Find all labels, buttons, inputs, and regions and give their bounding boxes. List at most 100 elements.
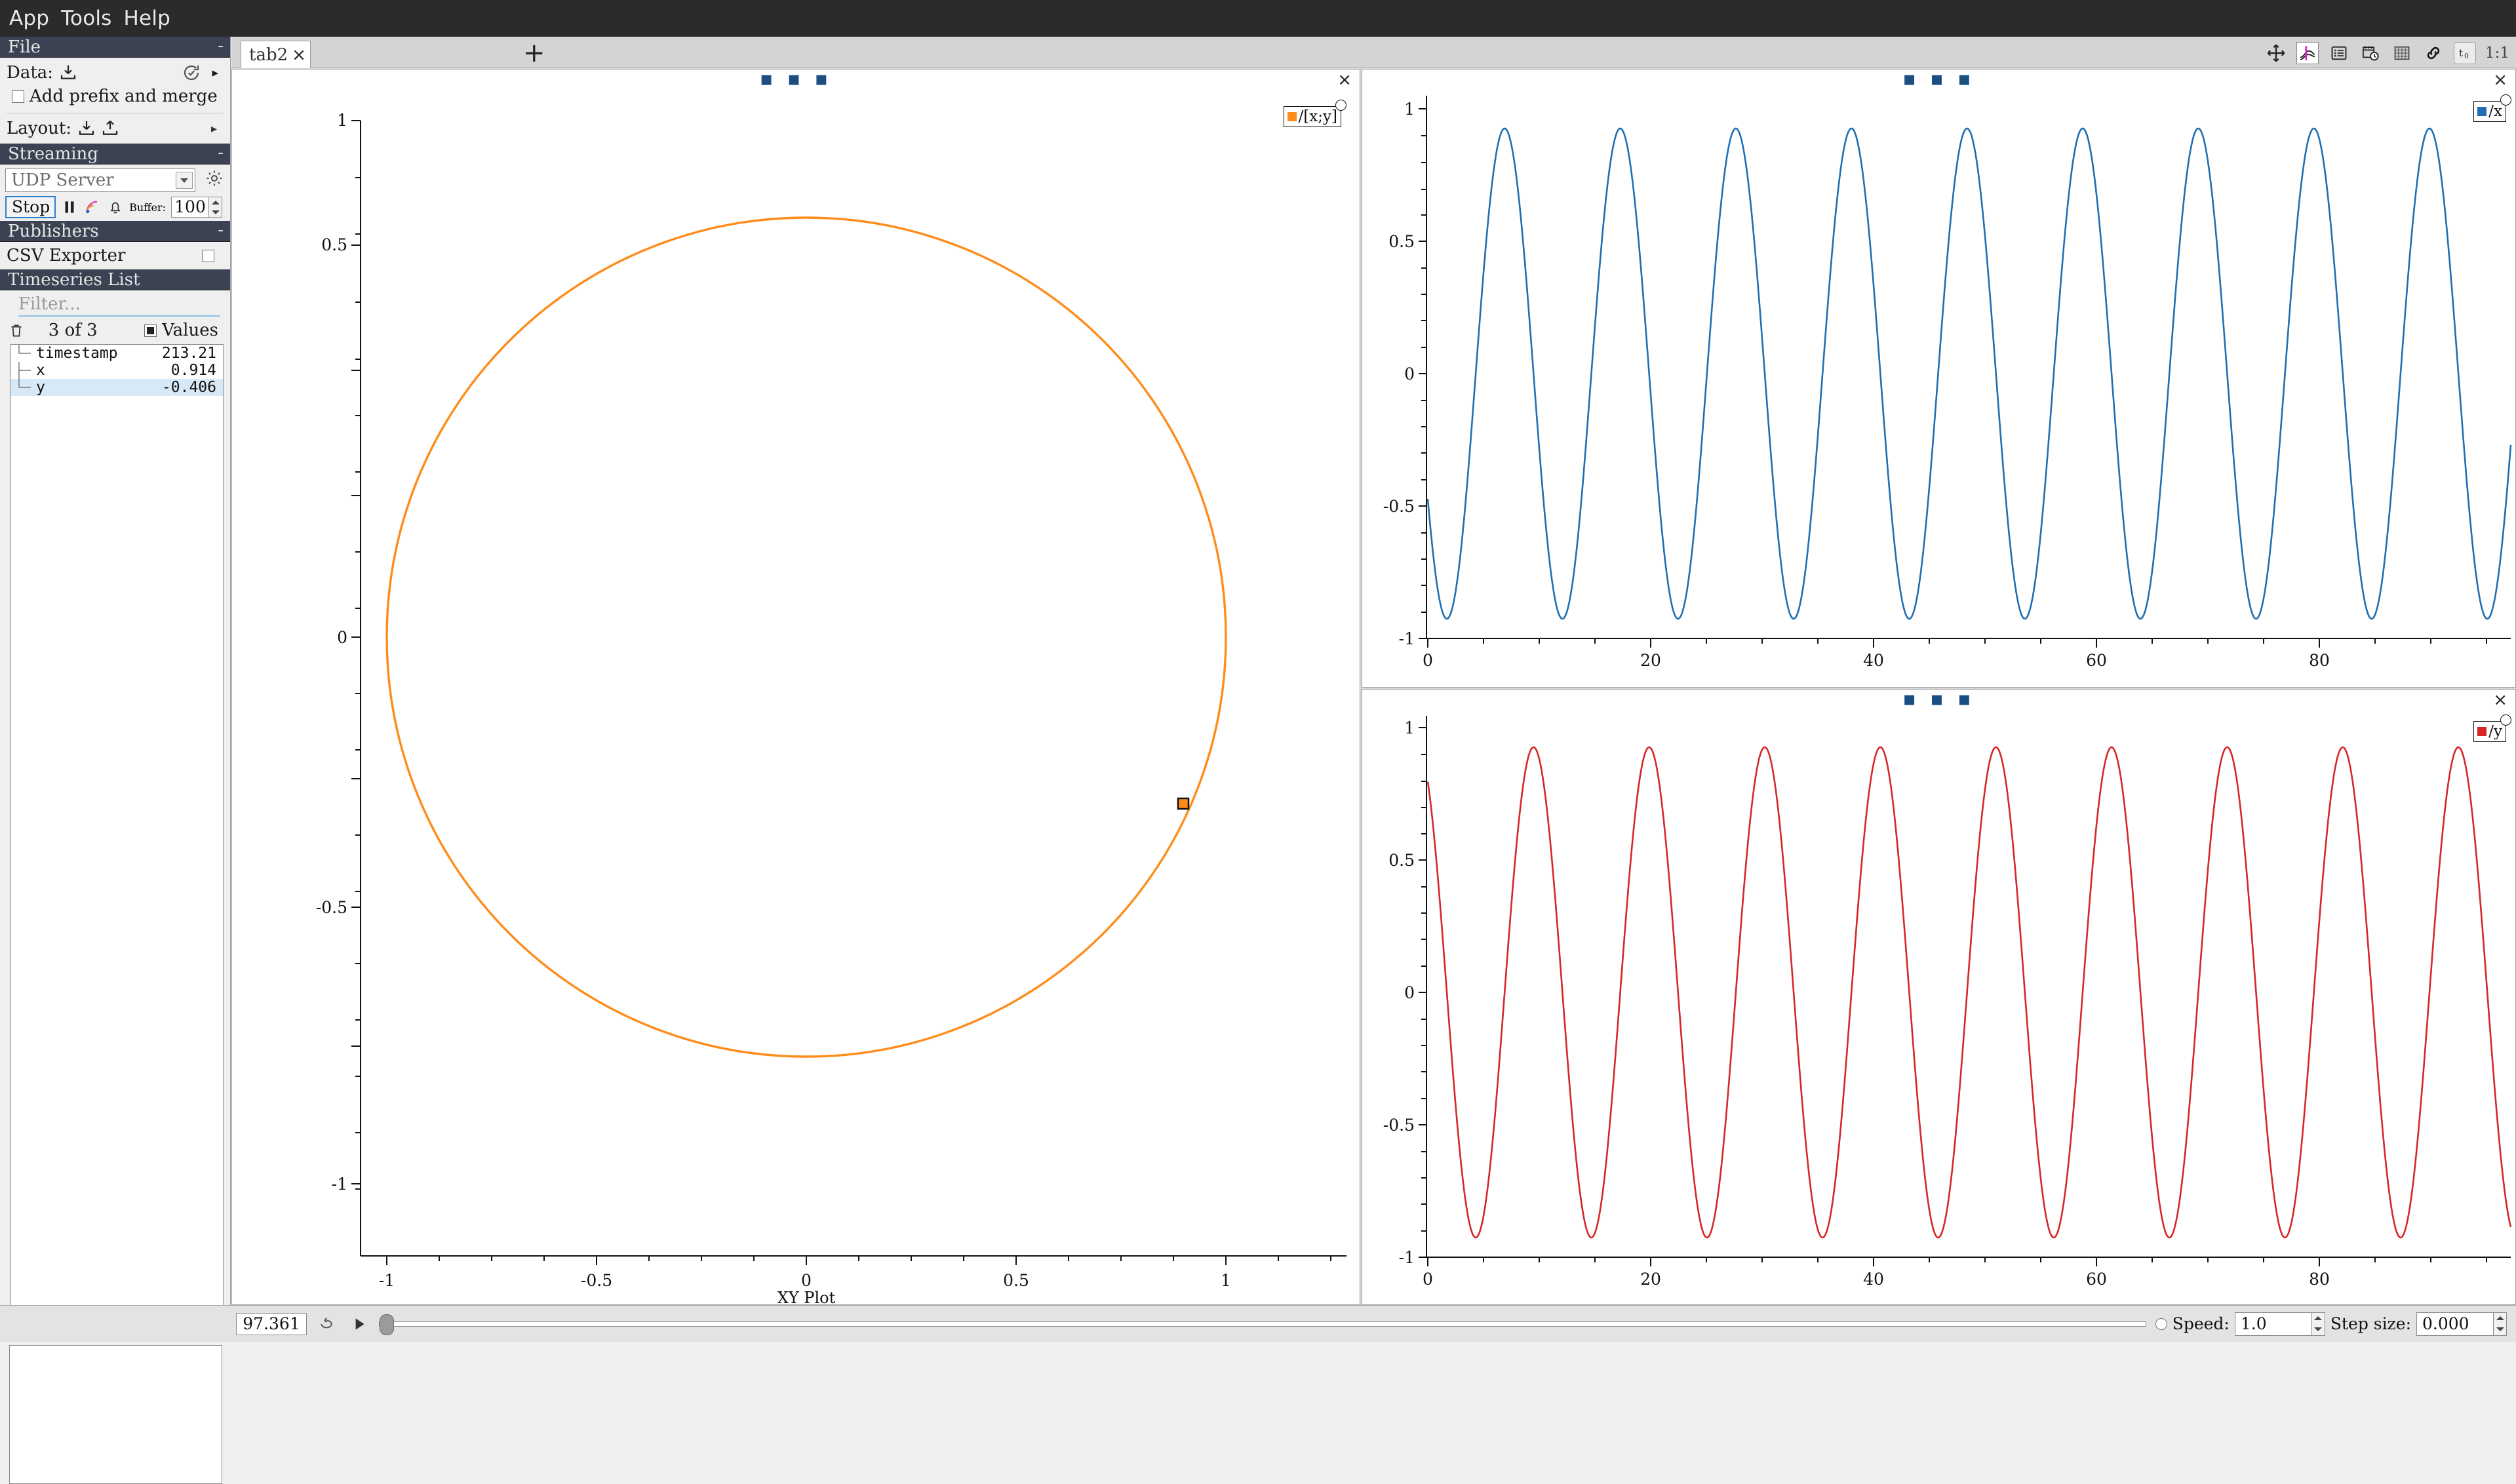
timeseries-value: 213.21	[161, 345, 216, 362]
step-size-stepper[interactable]	[2494, 1312, 2507, 1336]
layout-menu-arrow-icon[interactable]: ▸	[211, 122, 224, 136]
plot-x[interactable]: ▪ ▪ ▪ × /x 1 0.5 0 -0.5 -1 0 20 40 60 80	[1362, 69, 2516, 688]
section-title-streaming: Streaming	[8, 144, 98, 164]
playback-settings: Speed: 1.0 Step size: 0.000	[2155, 1312, 2516, 1336]
streaming-source-select[interactable]: UDP Server	[5, 168, 195, 192]
current-time-value[interactable]: 97.361	[236, 1312, 307, 1335]
publisher-checkbox[interactable]	[202, 249, 214, 262]
svg-text:0.5: 0.5	[1388, 851, 1415, 870]
values-toggle-checkbox[interactable]	[144, 324, 157, 337]
svg-text:-0.5: -0.5	[1383, 497, 1415, 516]
left-sidebar: File - Data: ▸ Add prefix and merge Layo…	[0, 35, 231, 1484]
play-icon[interactable]	[346, 1313, 372, 1335]
pan-icon[interactable]	[2265, 42, 2287, 64]
data-label: Data:	[7, 63, 54, 83]
step-size-input[interactable]: 0.000	[2416, 1312, 2494, 1336]
plot-toolbar: t 0 1:1	[2265, 39, 2509, 67]
plot-y[interactable]: ▪ ▪ ▪ × /y 1 0.5 0 -0.5 -1 0 20 40 60 80	[1362, 689, 2516, 1305]
import-icon[interactable]	[77, 119, 96, 138]
add-prefix-and-merge-label: Add prefix and merge	[29, 87, 218, 106]
svg-text:0: 0	[1404, 364, 1415, 383]
playback-radio[interactable]	[2155, 1318, 2167, 1330]
legend-list-icon[interactable]	[2328, 42, 2350, 64]
time-calendar-icon[interactable]	[2359, 42, 2382, 64]
collapse-publishers-icon[interactable]: -	[218, 220, 224, 241]
tree-branch-icon	[14, 362, 36, 379]
t-zero-icon[interactable]: t 0	[2453, 42, 2476, 64]
gear-icon[interactable]	[205, 168, 224, 188]
list-item[interactable]: timestamp 213.21	[11, 345, 223, 362]
list-item[interactable]: x 0.914	[11, 362, 223, 379]
export-icon[interactable]	[100, 119, 120, 138]
bell-icon[interactable]	[107, 197, 124, 217]
menu-item-app[interactable]: App	[9, 7, 49, 30]
reload-icon[interactable]	[182, 63, 201, 83]
menu-item-help[interactable]: Help	[124, 7, 170, 30]
link-icon[interactable]	[2422, 42, 2445, 64]
timeseries-value: -0.406	[161, 379, 216, 396]
data-menu-arrow-icon[interactable]: ▸	[212, 66, 218, 80]
svg-text:-1: -1	[332, 1175, 347, 1194]
filter-input[interactable]: Filter...	[18, 294, 220, 317]
svg-text:0.5: 0.5	[321, 235, 347, 254]
menu-item-tools[interactable]: Tools	[61, 7, 111, 30]
svg-text:1: 1	[1404, 100, 1415, 119]
chevron-down-icon[interactable]	[176, 172, 193, 189]
zoom-trackline-icon[interactable]	[2296, 42, 2319, 64]
speed-label: Speed:	[2172, 1314, 2230, 1333]
collapse-file-icon[interactable]: -	[218, 35, 224, 56]
tree-branch-icon	[14, 379, 36, 396]
time-slider-handle[interactable]	[380, 1314, 394, 1335]
wifi-icon[interactable]	[83, 197, 102, 217]
series-y-line	[1426, 746, 2512, 1239]
trash-icon[interactable]	[8, 321, 25, 340]
x-axis-title: XY Plot	[777, 1289, 836, 1306]
data-row: Data: ▸	[0, 58, 230, 84]
publisher-item-csv-exporter[interactable]: CSV Exporter	[0, 242, 230, 269]
svg-text:-1: -1	[1399, 629, 1415, 648]
y-plot-canvas[interactable]: 1 0.5 0 -0.5 -1 0 20 40 60 80	[1362, 690, 2516, 1306]
loop-icon[interactable]	[313, 1313, 340, 1335]
buffer-stepper[interactable]	[209, 197, 222, 218]
section-header-file[interactable]: File -	[0, 35, 230, 58]
aspect-ratio-label[interactable]: 1:1	[2485, 45, 2509, 62]
svg-text:1: 1	[337, 111, 347, 130]
import-icon[interactable]	[58, 63, 78, 83]
speed-input[interactable]: 1.0	[2234, 1312, 2312, 1336]
timeseries-tree[interactable]: timestamp 213.21 x 0.914 y -0.406	[10, 344, 224, 1306]
step-size-label: Step size:	[2330, 1314, 2411, 1333]
grid-icon[interactable]	[2391, 42, 2413, 64]
section-header-publishers[interactable]: Publishers -	[0, 220, 230, 242]
tab-label: tab2	[249, 45, 288, 65]
tab-tab2[interactable]: tab2 ×	[241, 41, 311, 68]
add-prefix-and-merge-checkbox[interactable]: Add prefix and merge	[0, 84, 230, 110]
start-stop-button[interactable]: Stop	[5, 196, 56, 218]
svg-text:20: 20	[1640, 651, 1661, 670]
add-tab-button[interactable]: +	[523, 40, 545, 66]
values-toggle-label: Values	[162, 321, 218, 340]
list-item[interactable]: y -0.406	[11, 379, 223, 396]
section-header-streaming[interactable]: Streaming -	[0, 142, 230, 165]
close-icon[interactable]: ×	[292, 45, 306, 65]
speed-stepper[interactable]	[2311, 1312, 2325, 1336]
plot-xy[interactable]: ▪ ▪ ▪ × /[x;y] 1 0.5 0 -0.5 -1 -1 -0.5 0…	[231, 69, 1361, 1306]
svg-text:80: 80	[2309, 1270, 2330, 1289]
buffer-label: Buffer:	[129, 201, 166, 214]
x-plot-canvas[interactable]: 1 0.5 0 -0.5 -1 0 20 40 60 80	[1362, 69, 2516, 688]
pause-icon[interactable]	[61, 197, 78, 217]
streaming-controls: Stop Buffer: 100	[0, 192, 230, 221]
tracker-marker	[1177, 797, 1190, 810]
svg-text:40: 40	[1863, 1270, 1884, 1289]
time-slider[interactable]	[379, 1314, 2146, 1335]
svg-text:0: 0	[2464, 52, 2469, 60]
layout-label: Layout:	[7, 119, 72, 138]
svg-text:0: 0	[1423, 1270, 1433, 1289]
layout-row: Layout: ▸	[0, 113, 230, 144]
collapse-streaming-icon[interactable]: -	[218, 142, 224, 163]
buffer-input[interactable]: 100	[171, 197, 209, 218]
custom-series-list[interactable]	[9, 1345, 222, 1484]
plot-workspace: tab2 × + t 0 1:1 ▪ ▪ ▪ × /[x;y] 1 0.5 0 …	[231, 37, 2516, 1306]
section-header-timeseries-list[interactable]: Timeseries List	[0, 269, 230, 290]
svg-text:40: 40	[1863, 651, 1884, 670]
xy-plot-canvas[interactable]: 1 0.5 0 -0.5 -1 -1 -0.5 0 0.5 1 XY Plot	[232, 69, 1361, 1306]
